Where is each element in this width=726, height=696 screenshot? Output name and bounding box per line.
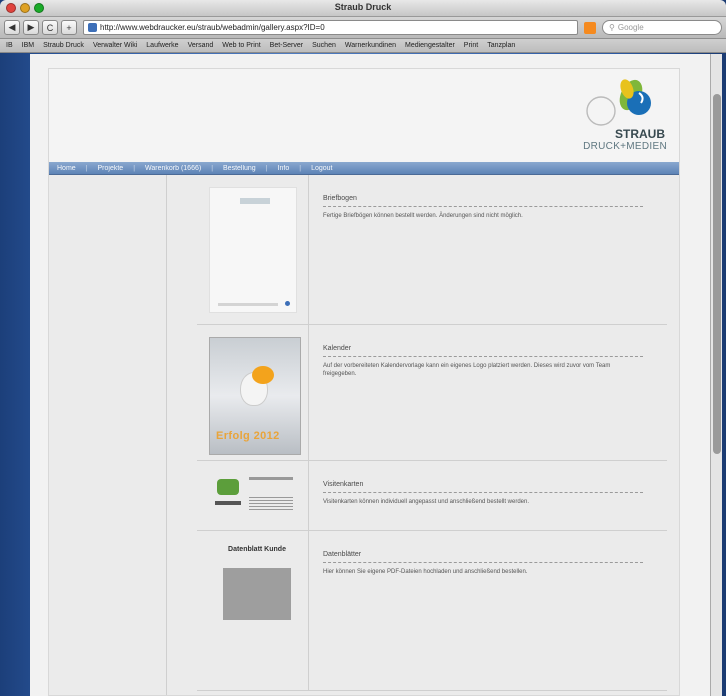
main-nav: Home | Projekte | Warenkorb (1666) | Bes… [49,162,679,175]
bookmark-item[interactable]: Bet-Server [270,42,303,49]
datasheet-placeholder [223,568,291,620]
nav-home[interactable]: Home [57,165,76,172]
nav-bestellung[interactable]: Bestellung [223,165,256,172]
bookmark-item[interactable]: Verwalter Wiki [93,42,137,49]
bookmark-item[interactable]: Web to Print [222,42,260,49]
datasheet-image: Datenblatt Kunde [217,545,297,620]
nav-logout[interactable]: Logout [311,165,332,172]
product-thumbnail[interactable]: Datenblatt Kunde [197,531,309,690]
product-info: Briefbogen Fertige Briefbögen können bes… [323,175,667,220]
product-row-briefbogen[interactable]: Briefbogen Fertige Briefbögen können bes… [197,175,667,325]
card-address-block [249,497,293,511]
product-list: Briefbogen Fertige Briefbögen können bes… [197,175,667,691]
bookmark-item[interactable]: Straub Druck [43,42,84,49]
rss-icon[interactable] [584,21,596,34]
favicon-icon [88,23,97,32]
logo-text-primary: STRAUB [615,127,665,141]
reload-button[interactable]: C [42,20,58,35]
product-description: Hier können Sie eigene PDF-Dateien hochl… [323,569,528,575]
product-info: Datenblätter Hier können Sie eigene PDF-… [323,531,667,576]
product-row-kalender[interactable]: Erfolg 2012 Kalender Auf der vorbereitet… [197,325,667,461]
page-container: STRAUB DRUCK+MEDIEN Home | Projekte | Wa… [48,68,680,696]
left-column [49,175,167,695]
window-title: Straub Druck [334,2,392,12]
search-field[interactable]: ⚲ Google [602,20,722,35]
bookmark-item[interactable]: Versand [188,42,214,49]
search-placeholder: Google [617,23,644,32]
nav-warenkorb[interactable]: Warenkorb (1666) [145,165,201,172]
logo-dot-icon [285,301,290,306]
calendar-cover-text: Erfolg 2012 [216,430,280,442]
bookmark-item[interactable]: Tanzplan [487,42,515,49]
card-text-line [249,477,293,480]
search-icon: ⚲ [609,23,615,32]
nav-separator: | [85,164,88,172]
product-thumbnail[interactable]: Erfolg 2012 [197,325,309,460]
yolk-graphic [252,366,274,384]
datasheet-label: Datenblatt Kunde [228,546,286,553]
nav-separator: | [133,164,136,172]
bookmark-item[interactable]: Mediengestalter [405,42,455,49]
straub-logo[interactable]: STRAUB DRUCK+MEDIEN [561,75,671,157]
product-description: Fertige Briefbögen können bestellt werde… [323,213,523,219]
product-info: Visitenkarten Visitenkarten können indiv… [323,461,667,506]
product-description: Auf der vorbereiteten Kalendervorlage ka… [323,363,611,377]
add-bookmark-button[interactable]: + [61,20,77,35]
nav-projekte[interactable]: Projekte [98,165,124,172]
site-header: STRAUB DRUCK+MEDIEN [49,69,679,162]
address-bar[interactable]: http://www.webdraucker.eu/straub/webadmi… [83,20,578,35]
letterhead-image [209,187,297,313]
bookmark-item[interactable]: Suchen [312,42,336,49]
browser-window: Straub Druck ◀ ▶ C + http://www.webdrauc… [0,0,726,696]
nav-separator: | [211,164,214,172]
nav-separator: | [299,164,302,172]
logo-graphic-icon [586,79,651,126]
back-button[interactable]: ◀ [4,20,20,35]
scrollbar-thumb[interactable] [713,94,721,454]
title-bar: Straub Druck [0,0,726,17]
product-title[interactable]: Visitenkarten [323,481,643,493]
product-title[interactable]: Briefbogen [323,195,643,207]
business-card-image [209,473,301,523]
calendar-image: Erfolg 2012 [209,337,301,455]
bookmark-item[interactable]: Laufwerke [146,42,178,49]
forward-button[interactable]: ▶ [23,20,39,35]
product-row-visitenkarten[interactable]: Visitenkarten Visitenkarten können indiv… [197,461,667,531]
nav-separator: | [265,164,268,172]
address-text: http://www.webdraucker.eu/straub/webadmi… [100,23,325,32]
letterhead-logo [240,198,270,204]
page-viewport: STRAUB DRUCK+MEDIEN Home | Projekte | Wa… [30,54,710,696]
bookmark-item[interactable]: IBM [22,42,34,49]
bookmark-item[interactable]: Warnerkundinen [345,42,396,49]
product-description: Visitenkarten können individuell angepas… [323,499,530,505]
product-title[interactable]: Datenblätter [323,551,643,563]
product-info: Kalender Auf der vorbereiteten Kalenderv… [323,325,667,378]
gallery-content: Briefbogen Fertige Briefbögen können bes… [49,175,679,695]
browser-toolbar: ◀ ▶ C + http://www.webdraucker.eu/straub… [0,17,726,39]
product-title[interactable]: Kalender [323,345,643,357]
page-scrollbar[interactable] [710,54,722,696]
product-row-datenblaetter[interactable]: Datenblatt Kunde Datenblätter Hier könne… [197,531,667,691]
nav-info[interactable]: Info [278,165,290,172]
bookmarks-bar: IB IBM Straub Druck Verwalter Wiki Laufw… [0,39,726,53]
product-thumbnail[interactable] [197,175,309,324]
bookmark-item[interactable]: Print [464,42,478,49]
logo-text-secondary: DRUCK+MEDIEN [583,141,667,152]
product-thumbnail[interactable] [197,461,309,530]
card-logo-icon [217,479,239,495]
bookmark-item[interactable]: IB [6,42,13,49]
letterhead-footer [218,303,278,306]
card-brand-line [215,501,241,505]
